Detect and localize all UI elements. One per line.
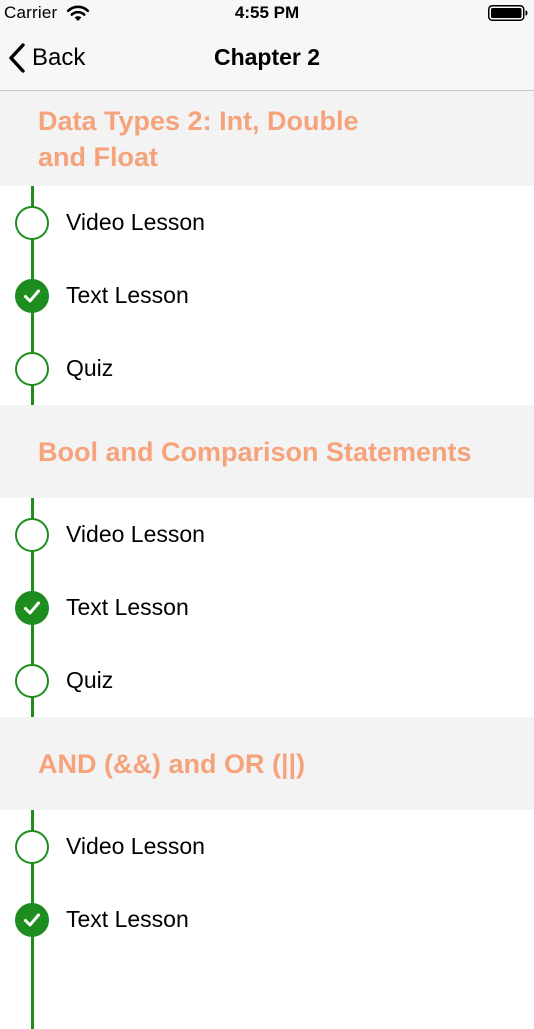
lesson-label: Text Lesson bbox=[66, 282, 189, 308]
section-header: Data Types 2: Int, Double and Float bbox=[0, 91, 534, 186]
lesson-item-video[interactable]: Video Lesson bbox=[0, 498, 534, 571]
empty-circle-icon bbox=[15, 351, 49, 386]
lesson-label: Text Lesson bbox=[66, 594, 189, 620]
empty-circle-icon bbox=[15, 517, 49, 552]
section-title: Data Types 2: Int, Double and Float bbox=[38, 105, 359, 172]
lesson-label: Quiz bbox=[66, 355, 114, 381]
checkmark-icon bbox=[24, 913, 40, 926]
checkmark-icon bbox=[24, 601, 40, 614]
lesson-label: Video Lesson bbox=[66, 833, 205, 859]
checkmark-icon bbox=[24, 289, 40, 302]
lesson-list: Video Lesson Text Lesson bbox=[0, 810, 534, 1029]
lesson-label: Video Lesson bbox=[66, 209, 205, 235]
checkmark-circle-icon bbox=[15, 590, 49, 625]
clock-label: 4:55 PM bbox=[234, 3, 300, 22]
chapter-content: Data Types 2: Int, Double and Float Vide… bbox=[0, 91, 534, 1029]
page-title: Chapter 2 bbox=[213, 44, 321, 70]
lesson-item-text[interactable]: Text Lesson bbox=[0, 259, 534, 332]
navigation-bar: Back Chapter 2 bbox=[0, 28, 534, 91]
section-title: Bool and Comparison Statements bbox=[38, 436, 472, 467]
empty-circle-icon bbox=[15, 829, 49, 864]
checkmark-circle-icon bbox=[15, 902, 49, 937]
lesson-label: Quiz bbox=[66, 667, 114, 693]
section-title: AND (&&) and OR (||) bbox=[38, 748, 306, 779]
empty-circle-icon bbox=[15, 205, 49, 240]
lesson-label: Text Lesson bbox=[66, 906, 189, 932]
lesson-item-video[interactable]: Video Lesson bbox=[0, 810, 534, 883]
lesson-list: Video Lesson Text Lesson Quiz bbox=[0, 498, 534, 717]
empty-circle-icon bbox=[15, 663, 49, 698]
lesson-item-quiz[interactable]: Quiz bbox=[0, 644, 534, 717]
section-header: AND (&&) and OR (||) bbox=[0, 717, 534, 810]
section-header: Bool and Comparison Statements bbox=[0, 405, 534, 498]
lesson-item-quiz[interactable]: Quiz bbox=[0, 332, 534, 405]
lesson-label: Video Lesson bbox=[66, 521, 205, 547]
battery-icon bbox=[488, 5, 528, 21]
lesson-item-video[interactable]: Video Lesson bbox=[0, 186, 534, 259]
lesson-item-text[interactable]: Text Lesson bbox=[0, 571, 534, 644]
lesson-list: Video Lesson Text Lesson Quiz bbox=[0, 186, 534, 405]
checkmark-circle-icon bbox=[15, 278, 49, 313]
lesson-item-text[interactable]: Text Lesson bbox=[0, 883, 534, 956]
status-bar: Carrier 4:55 PM bbox=[0, 0, 534, 28]
